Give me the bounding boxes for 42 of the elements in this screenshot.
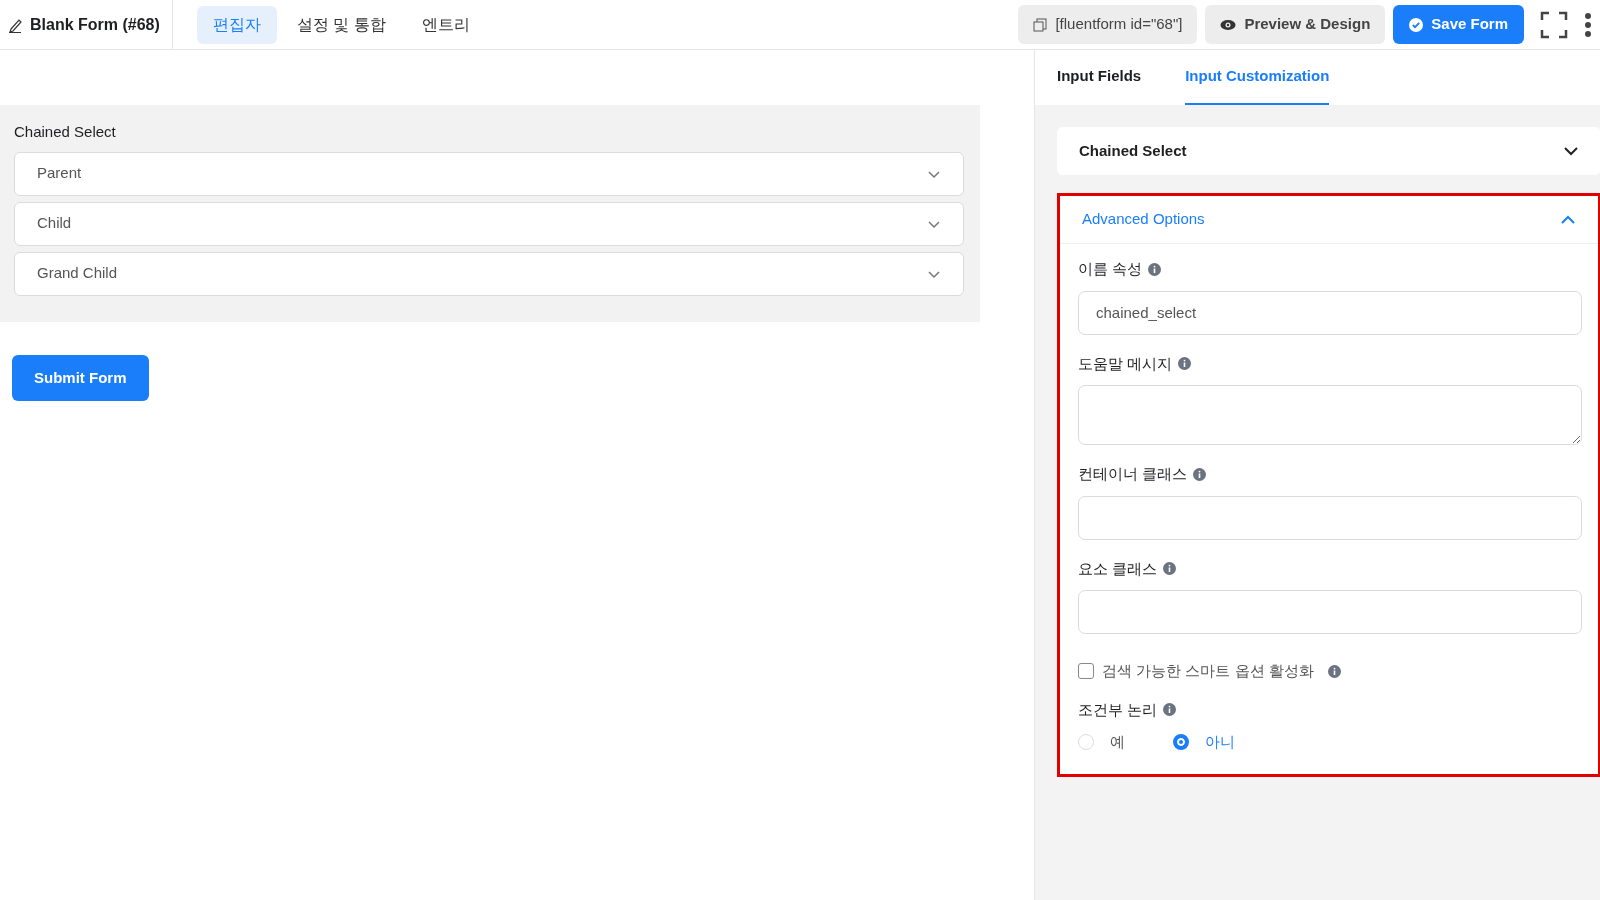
chevron-down-icon <box>1563 145 1579 157</box>
info-icon <box>1178 357 1192 371</box>
field-label: 도움말 메시지 <box>1078 353 1173 374</box>
text-field[interactable] <box>1078 495 1582 540</box>
radio-label: 아니 <box>1205 732 1235 752</box>
field-label: 조건부 논리 <box>1078 699 1158 720</box>
form-title: Blank Form (#68) <box>30 14 160 35</box>
select-field[interactable]: Child <box>14 201 964 246</box>
field-label: Chained Select <box>14 122 117 142</box>
info-icon <box>1148 262 1162 276</box>
nav-tab[interactable]: 설정 및 통합 <box>280 5 402 44</box>
accordion-header[interactable]: Advanced Options <box>1060 196 1598 244</box>
preview-button[interactable]: Preview & Design <box>1205 5 1386 44</box>
eye-icon <box>1220 18 1237 31</box>
info-icon <box>1163 703 1177 717</box>
kebab-menu-icon[interactable] <box>1584 12 1592 37</box>
text-field[interactable] <box>1078 590 1582 634</box>
checkbox[interactable] <box>1078 663 1094 680</box>
chevron-up-icon <box>1560 213 1576 226</box>
text-field[interactable]: chained_select <box>1078 290 1582 335</box>
field-label: 컨테이너 클래스 <box>1078 464 1188 484</box>
select-field[interactable]: Parent <box>14 151 964 196</box>
info-icon <box>1193 467 1207 481</box>
save-button[interactable]: Save Form <box>1393 5 1524 44</box>
textarea-field[interactable] <box>1078 385 1582 445</box>
fullscreen-icon[interactable] <box>1540 10 1568 39</box>
nav-tab[interactable]: 엔트리 <box>405 5 486 44</box>
info-icon <box>1327 664 1341 678</box>
submit-button[interactable]: Submit Form <box>12 354 149 401</box>
field-label: 요소 클래스 <box>1078 558 1158 579</box>
field-label: 이름 속성 <box>1078 259 1143 279</box>
select-field[interactable]: Grand Child <box>14 251 964 296</box>
accordion-header[interactable]: Chained Select <box>1057 127 1600 175</box>
radio-button[interactable] <box>1173 734 1189 751</box>
check-circle-icon <box>1409 17 1424 32</box>
radio-label: 예 <box>1110 732 1125 752</box>
sidebar-tab[interactable]: Input Customization <box>1185 50 1330 105</box>
copy-icon <box>1033 17 1048 32</box>
shortcode-button[interactable]: [fluentform id="68"] <box>1018 5 1198 44</box>
info-icon <box>1163 562 1177 576</box>
field-label: 검색 가능한 스마트 옵션 활성화 <box>1102 661 1314 681</box>
sidebar-tab[interactable]: Input Fields <box>1057 50 1142 105</box>
